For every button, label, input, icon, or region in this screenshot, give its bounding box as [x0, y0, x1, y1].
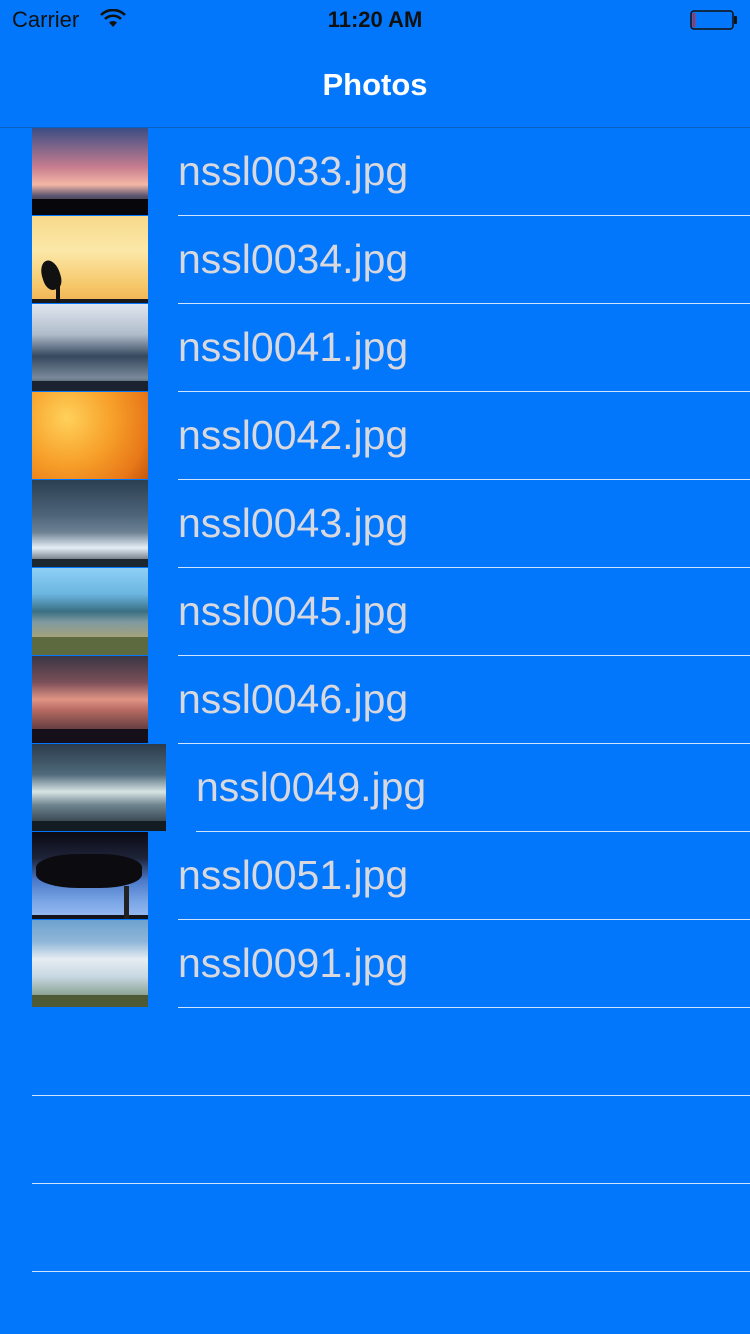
- photo-thumbnail: [32, 480, 148, 567]
- photo-thumbnail: [32, 568, 148, 655]
- list-item[interactable]: nssl0033.jpg: [0, 128, 750, 216]
- list-item[interactable]: nssl0043.jpg: [0, 480, 750, 568]
- photo-filename: nssl0043.jpg: [178, 500, 409, 546]
- photo-thumbnail: [32, 304, 148, 391]
- photo-filename: nssl0091.jpg: [178, 940, 409, 986]
- list-item[interactable]: nssl0041.jpg: [0, 304, 750, 392]
- photo-filename: nssl0041.jpg: [178, 324, 409, 370]
- list-item[interactable]: nssl0034.jpg: [0, 216, 750, 304]
- photo-filename: nssl0051.jpg: [178, 852, 409, 898]
- battery-icon: [690, 10, 737, 30]
- status-bar: Carrier 11:20 AM: [0, 0, 750, 40]
- list-item[interactable]: nssl0049.jpg: [0, 744, 750, 832]
- empty-row-separator: [32, 1271, 750, 1272]
- list-item[interactable]: nssl0051.jpg: [0, 832, 750, 920]
- photo-filename: nssl0049.jpg: [196, 764, 427, 810]
- photo-thumbnail: [32, 656, 148, 743]
- list-item[interactable]: nssl0042.jpg: [0, 392, 750, 480]
- list-item[interactable]: nssl0045.jpg: [0, 568, 750, 656]
- row-separator: [178, 1007, 750, 1008]
- photo-thumbnail: [32, 216, 148, 303]
- photo-filename: nssl0034.jpg: [178, 236, 409, 282]
- photo-filename: nssl0042.jpg: [178, 412, 409, 458]
- page-title: Photos: [322, 67, 428, 102]
- empty-row-separator: [32, 1183, 750, 1184]
- photo-thumbnail: [32, 744, 166, 831]
- photo-thumbnail: [32, 832, 148, 919]
- status-time: 11:20 AM: [327, 7, 423, 32]
- list-item[interactable]: nssl0046.jpg: [0, 656, 750, 744]
- list-item[interactable]: nssl0091.jpg: [0, 920, 750, 1008]
- photo-filename: nssl0033.jpg: [178, 148, 409, 194]
- photo-thumbnail: [32, 392, 148, 479]
- photo-thumbnail: [32, 920, 148, 1007]
- photo-thumbnail: [32, 128, 148, 215]
- photo-filename: nssl0046.jpg: [178, 676, 409, 722]
- empty-row-separator: [32, 1095, 750, 1096]
- navigation-bar: Photos: [0, 40, 750, 128]
- photo-filename: nssl0045.jpg: [178, 588, 409, 634]
